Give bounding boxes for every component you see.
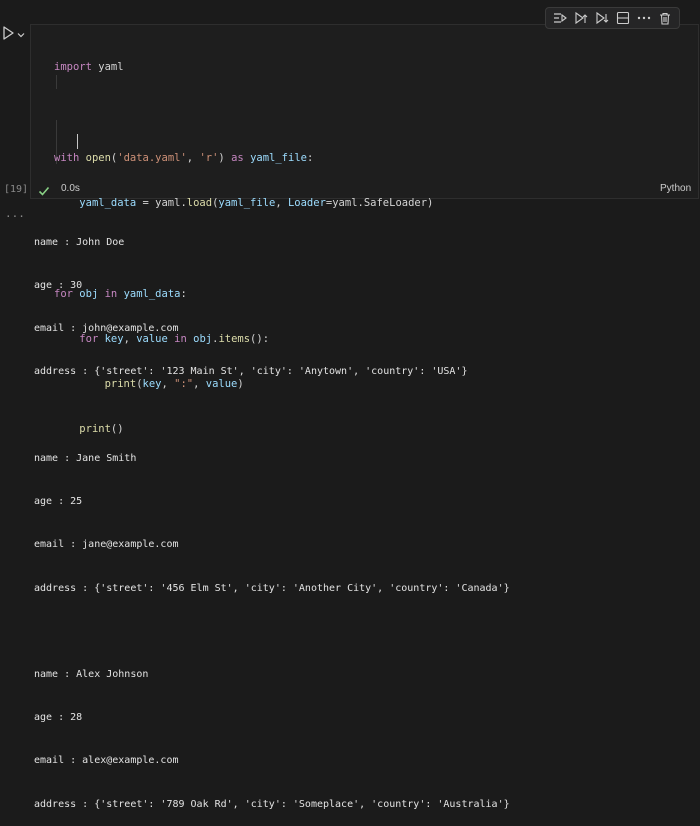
code-line: with open('data.yaml', 'r') as yaml_file… <box>54 151 314 164</box>
run-cell-icon[interactable] <box>2 25 14 40</box>
split-cell-icon[interactable] <box>614 9 632 27</box>
delete-icon[interactable] <box>656 9 674 27</box>
more-icon[interactable] <box>635 9 653 27</box>
check-icon <box>38 182 50 196</box>
output-line: email : jane@example.com <box>34 539 179 551</box>
output-line: name : John Doe <box>34 236 125 248</box>
output-line-empty: ​ <box>34 625 510 639</box>
cell-toolbar <box>545 7 680 29</box>
output-line: age : 30 <box>34 280 83 292</box>
output-line: email : john@example.com <box>34 323 179 335</box>
execution-duration: 0.0s <box>61 183 80 194</box>
output-line-empty: ​ <box>34 409 510 423</box>
output-more-icon[interactable]: ... <box>5 207 25 220</box>
output-line: address : {'street': '789 Oak Rd', 'city… <box>34 798 510 810</box>
output-line: age : 28 <box>34 712 83 724</box>
output-line: email : alex@example.com <box>34 755 179 767</box>
execution-count: [19] <box>4 184 29 195</box>
output-line: name : Alex Johnson <box>34 669 149 680</box>
output-line: name : Jane Smith <box>34 452 137 464</box>
output-line: address : {'street': '456 Elm St', 'city… <box>34 582 510 594</box>
chevron-down-icon[interactable] <box>16 25 26 38</box>
output-line: address : {'street': '123 Main St', 'cit… <box>34 366 468 378</box>
execute-below-icon[interactable] <box>593 9 611 27</box>
kernel-language[interactable]: Python <box>660 183 691 194</box>
execute-above-icon[interactable] <box>572 9 590 27</box>
run-by-line-icon[interactable] <box>551 9 569 27</box>
output-line: age : 25 <box>34 496 83 508</box>
code-line: import yaml <box>54 61 124 74</box>
cell-output: name : John Doe age : 30 email : john@ex… <box>34 207 510 826</box>
